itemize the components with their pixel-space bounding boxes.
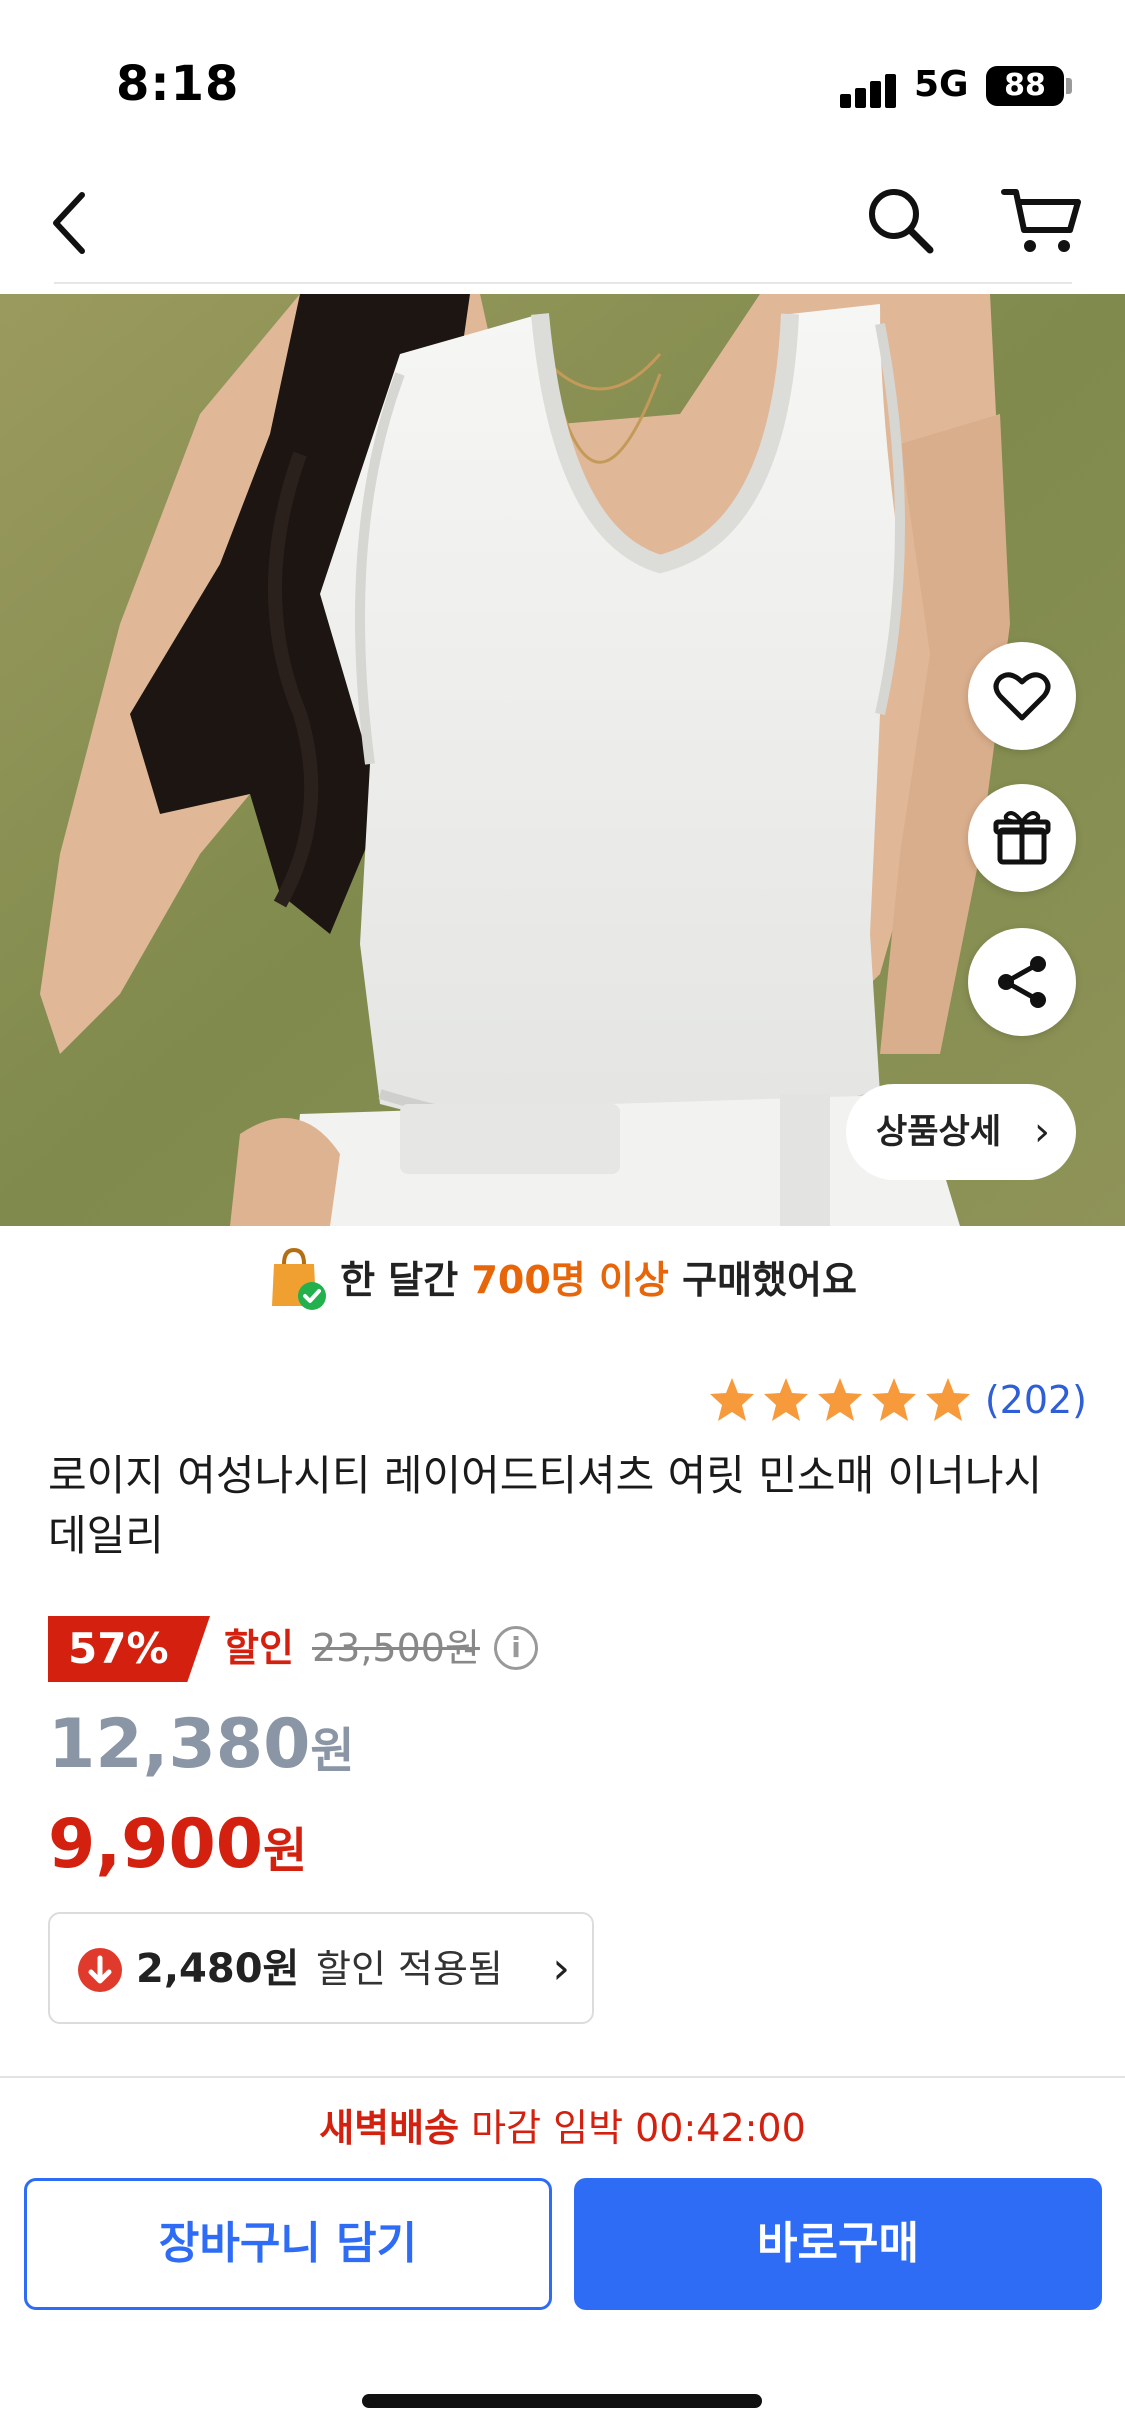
chevron-right-icon: › (552, 1943, 570, 1994)
add-to-cart-button[interactable]: 장바구니 담기 (24, 2178, 552, 2310)
wishlist-button[interactable] (968, 642, 1076, 750)
search-button[interactable] (860, 180, 940, 260)
cart-icon (1001, 189, 1081, 252)
coupon-discount-button[interactable]: 2,480원 할인 적용됨 › (48, 1912, 594, 2024)
search-icon (869, 189, 934, 254)
star-icon (925, 1378, 970, 1421)
arrow-down-glyph (88, 1955, 112, 1984)
product-detail-label: 상품상세 (876, 1112, 1002, 1152)
purchase-count-banner: 한 달간 700명 이상 구매했어요 (0, 1240, 1125, 1320)
home-indicator[interactable] (362, 2394, 762, 2408)
back-button[interactable] (40, 183, 100, 263)
product-image[interactable]: 상품상세 › (0, 294, 1125, 1226)
star-icon (817, 1378, 862, 1421)
discount-label: 할인 (224, 1626, 294, 1670)
battery-icon: 88 (986, 66, 1064, 106)
product-title: 로이지 여성나시티 레이어드티셔츠 여릿 민소매 이너나시 데일리 (48, 1451, 1043, 1560)
share-button[interactable] (968, 928, 1076, 1036)
rating-count[interactable]: (202) (985, 1378, 1087, 1422)
banner-prefix: 한 달간 (340, 1258, 472, 1302)
original-price: 23,500원 (312, 1626, 480, 1670)
arrow-down-icon (78, 1948, 122, 1992)
delivery-deadline: 새벽배송 마감 임박 00:42:00 (0, 2098, 1125, 2158)
signal-icon (840, 68, 900, 108)
star-icon (871, 1378, 916, 1421)
bottom-divider (0, 2076, 1125, 2078)
final-price-value: 9,900 (48, 1805, 264, 1884)
deadline-strong: 새벽배송 (319, 2106, 460, 2150)
banner-highlight: 700명 이상 (471, 1258, 669, 1302)
final-price-unit: 원 (263, 1823, 308, 1879)
sale-price: 12,380원 (48, 1700, 355, 1796)
coupon-label: 할인 적용됨 (316, 1947, 503, 1991)
banner-suffix: 구매했어요 (668, 1258, 857, 1302)
gift-icon (993, 811, 1051, 865)
status-bar: 8:18 5G 88 (0, 0, 1125, 150)
chevron-right-icon: › (1034, 1109, 1050, 1155)
info-icon[interactable]: i (494, 1626, 538, 1670)
cart-button[interactable] (998, 180, 1084, 260)
discount-badge: 57% (48, 1616, 210, 1682)
buy-now-button[interactable]: 바로구매 (574, 2178, 1102, 2310)
star-icon (709, 1378, 754, 1421)
product-detail-button[interactable]: 상품상세 › (846, 1084, 1076, 1180)
sale-price-value: 12,380 (48, 1705, 311, 1784)
sale-price-unit: 원 (310, 1723, 355, 1779)
nav-divider (54, 282, 1072, 284)
deadline-text: 마감 임박 00:42:00 (459, 2106, 806, 2150)
star-icon (763, 1378, 808, 1421)
nav-bar (0, 150, 1125, 292)
status-time: 8:18 (116, 56, 240, 112)
final-price: 9,900원 (48, 1800, 307, 1896)
heart-icon (993, 672, 1051, 721)
coupon-amount: 2,480원 (136, 1946, 300, 1992)
rating[interactable]: (202) (703, 1370, 1087, 1430)
network-type: 5G (914, 64, 969, 105)
share-icon (998, 956, 1046, 1008)
gift-button[interactable] (968, 784, 1076, 892)
shopping-bag-icon (272, 1247, 327, 1310)
battery-tip (1066, 78, 1072, 94)
chevron-left-icon (53, 192, 85, 254)
